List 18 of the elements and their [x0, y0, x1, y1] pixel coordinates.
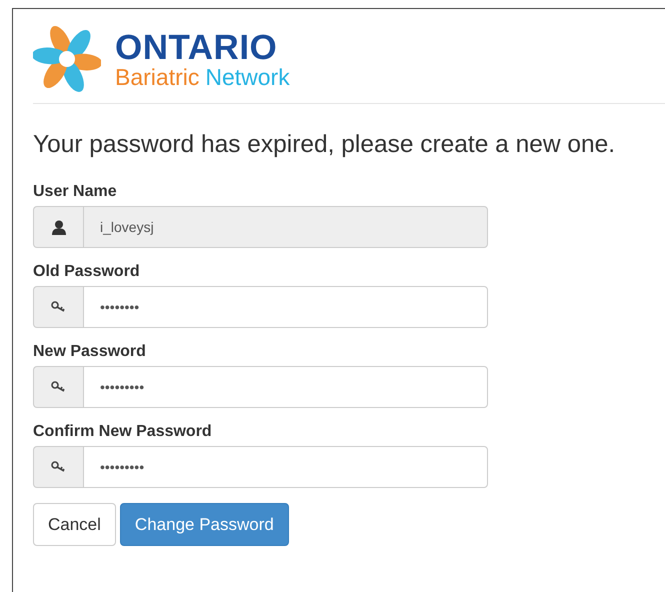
input-field[interactable]: •••••••• [83, 286, 488, 328]
key-icon [51, 381, 66, 393]
key-icon [51, 301, 66, 313]
logo-title: ONTARIO [115, 30, 278, 64]
cancel-button[interactable]: Cancel [33, 503, 116, 546]
user-icon [52, 220, 66, 234]
field-label: Confirm New Password [33, 423, 213, 441]
submit-button[interactable]: Change Password [120, 503, 289, 546]
field-label: New Password [33, 343, 147, 361]
logo-subtitle: Bariatric [115, 66, 200, 88]
field-label: Old Password [33, 263, 141, 281]
logo-drawing [33, 25, 101, 93]
key-icon [51, 461, 66, 473]
input-field[interactable]: ••••••••• [83, 366, 488, 408]
field-label: User Name [33, 183, 118, 201]
logo-subtitle: Network [205, 66, 290, 88]
page-heading: Your password has expired, please create a new one. [33, 131, 616, 159]
input-field[interactable]: ••••••••• [83, 446, 488, 488]
